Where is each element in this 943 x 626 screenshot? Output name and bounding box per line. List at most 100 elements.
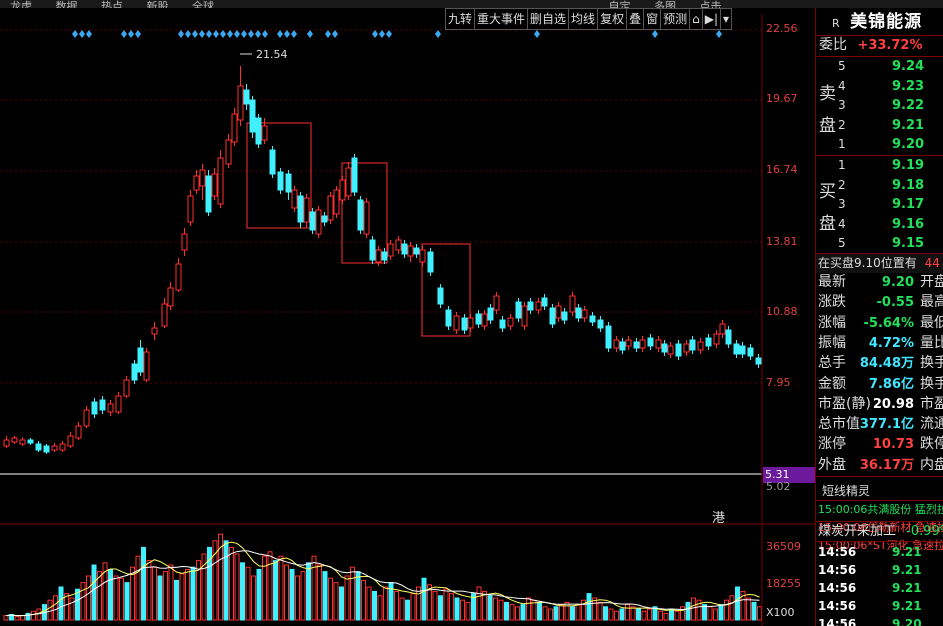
volume-bar (465, 601, 471, 621)
event-diamond-icon (241, 30, 247, 38)
price-tick: 13.81 (766, 235, 798, 248)
volume-bar (713, 608, 718, 621)
volume-bar (625, 604, 630, 621)
forecast-button[interactable]: 预测 (660, 8, 691, 30)
buy-level[interactable]: 3 9.17 (838, 195, 943, 214)
volume-bar (278, 555, 284, 621)
adjust-button[interactable]: 复权 (597, 8, 628, 30)
window-button[interactable]: 窗 (643, 8, 662, 30)
event-diamond-icon (206, 30, 212, 38)
volume-bar (80, 582, 86, 621)
sell-level[interactable]: 1 9.20 (838, 135, 943, 154)
jiuzhuan-button[interactable]: 九转 (445, 8, 476, 30)
volume-bar (75, 588, 80, 621)
volume-bar (614, 610, 619, 621)
candle-body (461, 317, 468, 331)
buy-level[interactable]: 4 9.16 (838, 215, 943, 234)
sell-level[interactable]: 5 9.24 (838, 57, 943, 76)
volume-bar (86, 575, 91, 621)
candle-body (413, 247, 420, 255)
volume-bar (91, 564, 97, 621)
candle-body (619, 341, 626, 351)
buy-level[interactable]: 2 9.18 (838, 176, 943, 195)
chevron-down-icon[interactable]: ▾ (720, 8, 733, 30)
candle-body (521, 305, 528, 327)
buy-label: 买盘 (819, 182, 836, 234)
volume-bar (454, 597, 460, 621)
volume-bar (245, 566, 251, 621)
major-events-button[interactable]: 重大事件 (474, 8, 529, 30)
volume-bar (190, 566, 196, 621)
volume-bar (14, 616, 20, 621)
price-tick: 10.88 (766, 305, 798, 318)
elf-item[interactable]: 15:00:06共满股份 猛烈拉 (816, 501, 943, 519)
candle-body (683, 343, 690, 353)
volume-bar (504, 601, 509, 621)
volume-bar (289, 568, 295, 621)
event-diamond-icon (185, 30, 191, 38)
tick-row: 14:56 9.21 (818, 545, 922, 559)
candle-body (193, 175, 200, 191)
volume-bar (366, 586, 372, 621)
volume-bar (674, 610, 680, 621)
volume-bar (619, 608, 625, 621)
tick-row: 14:56 9.21 (818, 599, 922, 613)
candle-body (345, 167, 352, 197)
sell-level[interactable]: 3 9.22 (838, 96, 943, 115)
tick-row: 14:56 9.21 (818, 581, 922, 595)
volume-bar (515, 606, 520, 621)
candle-body (437, 287, 444, 305)
event-diamond-icon (386, 30, 392, 38)
candle-body (137, 347, 144, 373)
volume-bar (383, 586, 388, 621)
volume-bar (328, 577, 333, 621)
moving-average-button[interactable]: 均线 (568, 8, 599, 30)
event-diamond-icon (79, 30, 85, 38)
candle-body (697, 341, 704, 351)
volume-bar (284, 564, 289, 621)
overlay-button[interactable]: 叠 (626, 8, 645, 30)
volume-bar (630, 606, 636, 621)
sector-row[interactable]: 煤炭开采加工 -0.99% (816, 522, 943, 541)
candle-body (481, 313, 488, 327)
volume-bar (724, 599, 729, 621)
skip-end-icon[interactable]: ▶| (701, 8, 722, 30)
candle-body (487, 307, 494, 321)
quote-panel: R 美锦能源 委比 +33.72% 卖盘 5 9.24 4 9.23 3 9.22 2 9.2… (815, 8, 943, 626)
candle-body (655, 339, 662, 349)
order-notice[interactable]: 在买盘9.10位置有 44 (816, 254, 943, 273)
candle-body (541, 297, 548, 307)
volume-bar (564, 601, 570, 621)
volume-bar (185, 568, 190, 621)
elf-title[interactable]: 短线精灵 (816, 482, 943, 501)
candle-body (231, 113, 238, 143)
lock-icon[interactable]: ⌂ (689, 8, 703, 30)
candle-body (199, 169, 206, 187)
event-diamond-icon (227, 30, 233, 38)
buy-level[interactable]: 5 9.15 (838, 234, 943, 253)
volume-bar (586, 593, 592, 621)
volume-bar (240, 562, 245, 621)
candle-body (507, 317, 514, 327)
candle-body (67, 435, 74, 447)
volume-tick: 18255 (766, 577, 801, 590)
volume-bar (520, 604, 526, 621)
peak-label: 21.54 (256, 48, 288, 61)
candle-body (395, 239, 402, 251)
event-diamond-icon (248, 30, 254, 38)
volume-bar (421, 577, 427, 621)
sell-level[interactable]: 4 9.23 (838, 77, 943, 96)
volume-bar (757, 606, 762, 621)
candle-body (161, 303, 168, 327)
sell-level[interactable]: 2 9.21 (838, 116, 943, 135)
volume-bar (234, 553, 240, 621)
candle-body (453, 315, 460, 331)
kline-chart[interactable]: 21.54 港 (0, 0, 815, 626)
remove-watchlist-button[interactable]: 删自选 (527, 8, 570, 30)
candle-body (291, 189, 298, 209)
candle-body (115, 395, 122, 413)
buy-level[interactable]: 1 9.19 (838, 156, 943, 175)
volume-bar (647, 608, 652, 621)
candle-body (713, 333, 720, 345)
volume-bar (141, 546, 146, 621)
